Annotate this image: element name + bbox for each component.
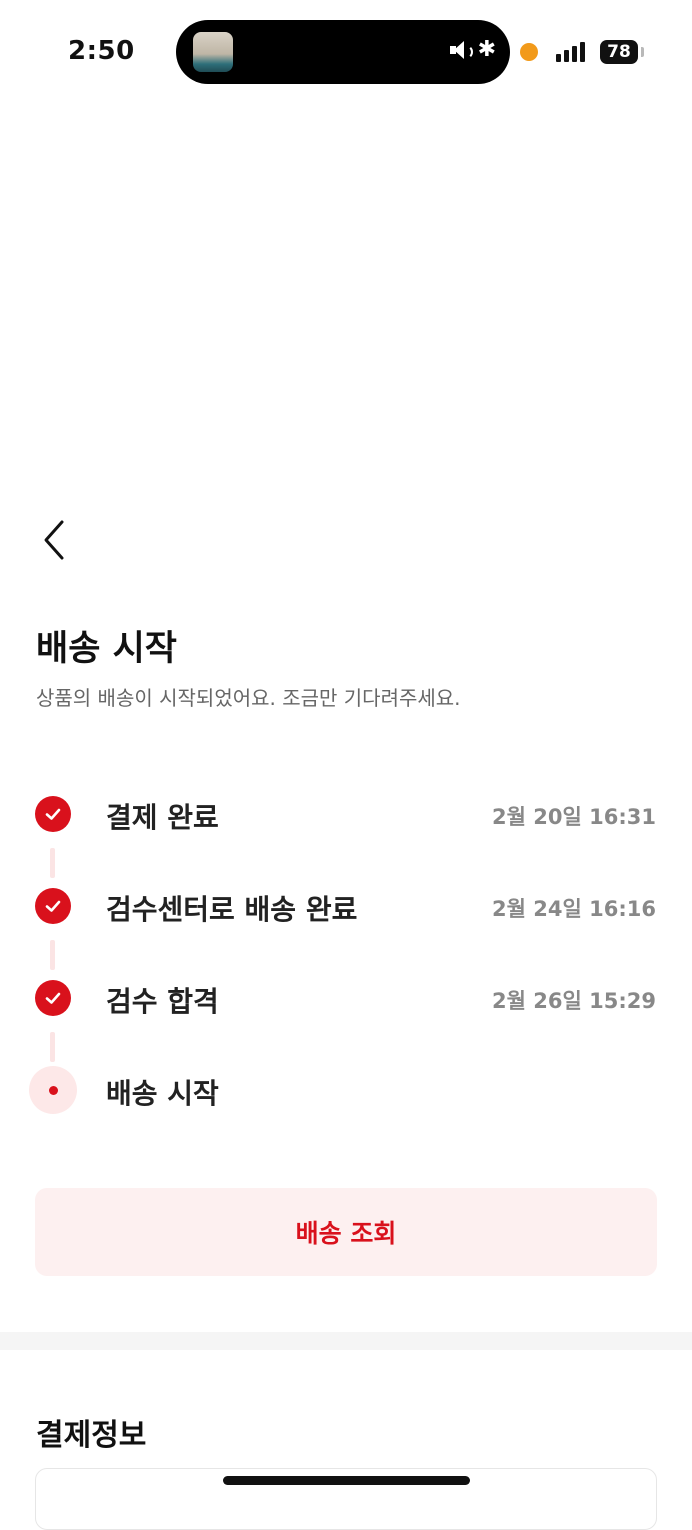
battery-cap	[641, 47, 644, 57]
step-date: 2월 26일 15:29	[492, 989, 656, 1013]
check-circle-icon	[35, 888, 71, 924]
timeline-step-shipping-started: 배송 시작	[0, 1056, 692, 1126]
step-date: 2월 20일 16:31	[492, 805, 656, 829]
check-circle-icon	[35, 796, 71, 832]
timeline-step-inspection-passed: 검수 합격 2월 26일 15:29	[0, 964, 692, 1034]
payment-info-title: 결제정보	[36, 1418, 147, 1453]
status-time: 2:50	[68, 36, 135, 66]
current-step-dot-icon	[29, 1066, 77, 1114]
chevron-left-icon	[44, 520, 64, 560]
step-date: 2월 24일 16:16	[492, 897, 656, 921]
step-label: 결제 완료	[106, 801, 219, 834]
orange-dot-icon	[520, 43, 538, 61]
back-button[interactable]	[36, 518, 76, 562]
signal-icon	[556, 42, 585, 62]
step-label: 검수 합격	[106, 985, 219, 1018]
page-subtitle: 상품의 배송이 시작되었어요. 조금만 기다려주세요.	[36, 686, 461, 710]
track-delivery-label: 배송 조회	[295, 1219, 397, 1248]
home-indicator[interactable]	[223, 1476, 470, 1485]
section-divider	[0, 1332, 692, 1350]
page-title: 배송 시작	[36, 629, 177, 669]
dynamic-island: ✱	[176, 20, 510, 84]
now-playing-thumbnail	[193, 32, 233, 72]
check-circle-icon	[35, 980, 71, 1016]
timeline-step-center-delivered: 검수센터로 배송 완료 2월 24일 16:16	[0, 872, 692, 942]
step-label: 배송 시작	[106, 1077, 219, 1110]
speaker-icon	[448, 38, 473, 62]
battery-icon: 78	[600, 40, 638, 64]
bluetooth-icon: ✱	[477, 37, 496, 62]
timeline-step-payment: 결제 완료 2월 20일 16:31	[0, 780, 692, 850]
track-delivery-button[interactable]: 배송 조회	[35, 1188, 657, 1276]
step-label: 검수센터로 배송 완료	[106, 893, 358, 926]
